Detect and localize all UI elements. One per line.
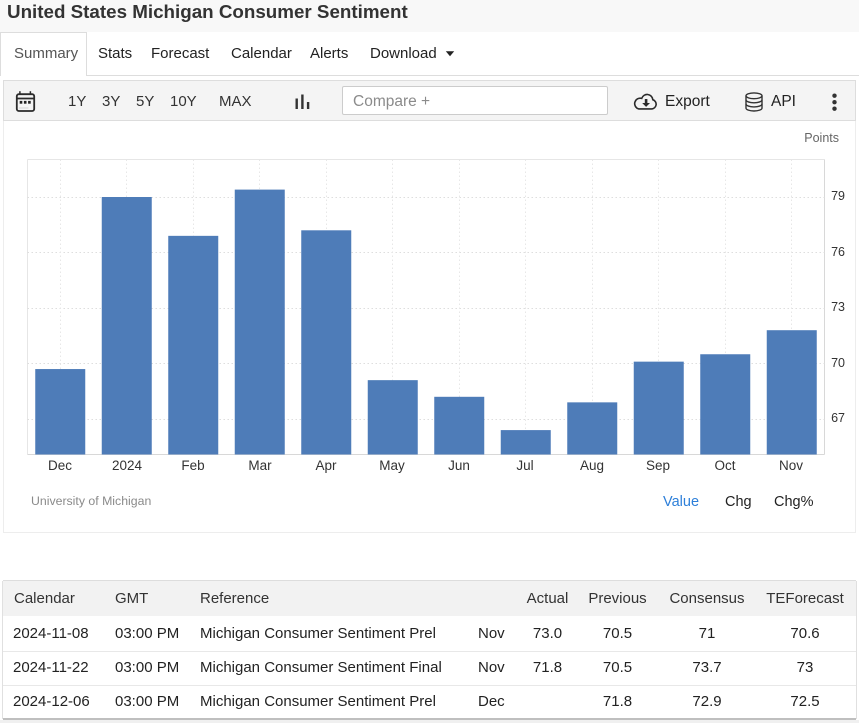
- svg-text:Feb: Feb: [181, 458, 204, 473]
- svg-text:76: 76: [831, 245, 845, 259]
- svg-text:73: 73: [831, 300, 845, 314]
- svg-text:Apr: Apr: [315, 458, 337, 473]
- svg-text:Nov: Nov: [779, 458, 803, 473]
- svg-text:Points: Points: [804, 131, 839, 145]
- svg-text:79: 79: [831, 189, 845, 203]
- svg-text:2024: 2024: [112, 458, 143, 473]
- svg-text:70: 70: [831, 356, 845, 370]
- svg-text:Aug: Aug: [580, 458, 604, 473]
- svg-text:Sep: Sep: [646, 458, 670, 473]
- svg-text:May: May: [379, 458, 405, 473]
- svg-text:Oct: Oct: [714, 458, 735, 473]
- svg-text:Jun: Jun: [448, 458, 470, 473]
- svg-text:Dec: Dec: [48, 458, 72, 473]
- svg-text:67: 67: [831, 411, 845, 425]
- svg-text:Jul: Jul: [516, 458, 533, 473]
- svg-text:Mar: Mar: [248, 458, 272, 473]
